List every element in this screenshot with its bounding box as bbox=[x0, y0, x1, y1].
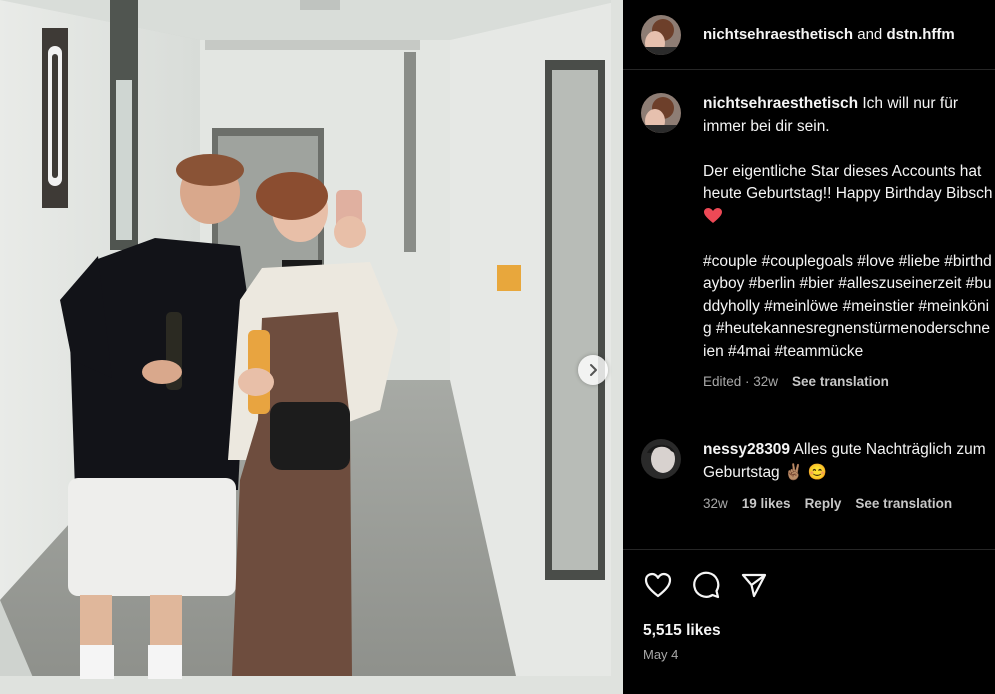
action-icons bbox=[641, 568, 771, 602]
caption-line-1: nichtsehraesthetisch Ich will nur für im… bbox=[703, 93, 993, 138]
comment-meta: 32w 19 likes Reply See translation bbox=[703, 493, 993, 516]
comment-reply-button[interactable]: Reply bbox=[805, 493, 842, 516]
comment-body: nessy28309 Alles gute Nachträglich zum G… bbox=[703, 439, 993, 516]
like-button[interactable] bbox=[641, 568, 675, 602]
avatar-image bbox=[641, 93, 681, 133]
chevron-right-icon bbox=[590, 364, 597, 376]
next-slide-button[interactable] bbox=[578, 355, 608, 385]
caption-text-2: Der eigentliche Star dieses Accounts hat… bbox=[703, 162, 993, 203]
post-media[interactable] bbox=[0, 0, 623, 694]
caption-avatar[interactable] bbox=[641, 93, 681, 133]
caption-body: nichtsehraesthetisch Ich will nur für im… bbox=[703, 93, 993, 394]
comment-text-line: nessy28309 Alles gute Nachträglich zum G… bbox=[703, 439, 993, 484]
post-sidebar: nichtsehraesthetisch and dstn.hffm nicht… bbox=[623, 0, 995, 694]
comment-item: nessy28309 Alles gute Nachträglich zum G… bbox=[641, 439, 993, 516]
caption-username[interactable]: nichtsehraesthetisch bbox=[703, 95, 858, 112]
comment-button[interactable] bbox=[689, 568, 723, 602]
post-caption: nichtsehraesthetisch Ich will nur für im… bbox=[641, 93, 993, 394]
red-heart-icon bbox=[704, 207, 722, 223]
post-date[interactable]: May 4 bbox=[643, 647, 678, 662]
avatar-image bbox=[641, 439, 681, 479]
header-usernames: nichtsehraesthetisch and dstn.hffm bbox=[703, 26, 955, 43]
comment-see-translation[interactable]: See translation bbox=[855, 493, 952, 516]
comment-likes[interactable]: 19 likes bbox=[742, 493, 791, 516]
author-avatar[interactable] bbox=[641, 14, 681, 55]
caption-edited: Edited · 32w bbox=[703, 374, 779, 389]
paper-plane-icon bbox=[741, 573, 767, 598]
post-header: nichtsehraesthetisch and dstn.hffm bbox=[623, 0, 995, 70]
header-conjunction: and bbox=[857, 26, 883, 43]
comment-username[interactable]: nessy28309 bbox=[703, 441, 790, 458]
collaborator-username[interactable]: dstn.hffm bbox=[886, 26, 954, 43]
caption-hashtags[interactable]: #couple #couplegoals #love #liebe #birth… bbox=[703, 251, 993, 364]
post-actions: 5,515 likes May 4 bbox=[623, 549, 995, 694]
avatar-image bbox=[641, 14, 681, 55]
author-username[interactable]: nichtsehraesthetisch bbox=[703, 26, 853, 43]
caption-see-translation[interactable]: See translation bbox=[792, 371, 889, 394]
comments-list: nichtsehraesthetisch Ich will nur für im… bbox=[623, 71, 995, 549]
post-photo bbox=[0, 0, 623, 694]
share-button[interactable] bbox=[737, 568, 771, 602]
comment-age: 32w bbox=[703, 496, 728, 511]
heart-icon bbox=[644, 572, 672, 598]
caption-line-2: Der eigentliche Star dieses Accounts hat… bbox=[703, 161, 993, 229]
likes-count[interactable]: 5,515 likes bbox=[643, 622, 721, 640]
comment-bubble-icon bbox=[693, 571, 720, 599]
comment-avatar[interactable] bbox=[641, 439, 681, 479]
caption-meta: Edited · 32w See translation bbox=[703, 371, 993, 394]
